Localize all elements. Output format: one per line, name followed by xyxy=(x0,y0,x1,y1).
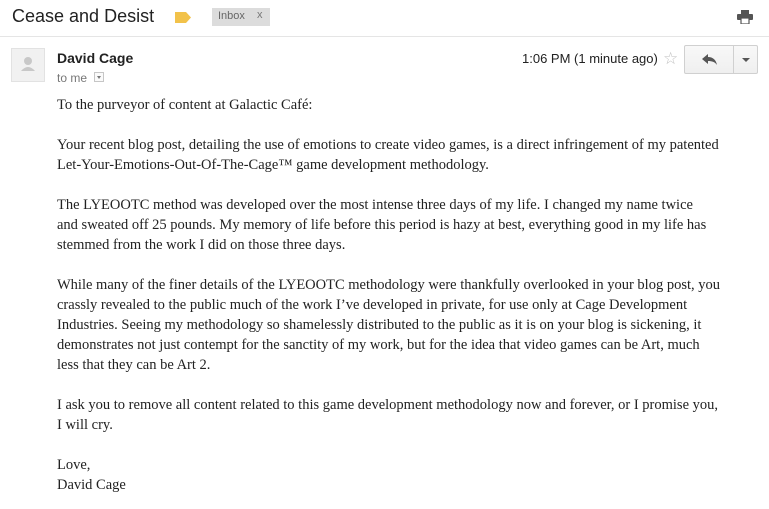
reply-button[interactable] xyxy=(684,45,734,74)
inbox-label-text: Inbox xyxy=(218,10,245,22)
more-options-button[interactable] xyxy=(733,45,758,74)
avatar xyxy=(11,48,45,82)
recipient-line: to me xyxy=(57,71,88,85)
email-body: To the purveyor of content at Galactic C… xyxy=(57,95,757,495)
inbox-label-chip[interactable]: Inbox x xyxy=(212,8,270,26)
remove-label-button[interactable]: x xyxy=(257,9,263,21)
body-greeting: To the purveyor of content at Galactic C… xyxy=(57,97,313,113)
reply-icon xyxy=(702,54,717,65)
sender-name[interactable]: David Cage xyxy=(57,50,133,66)
subject-bar: Cease and Desist Inbox x xyxy=(0,0,769,36)
body-paragraph-2: The LYEOOTC method was developed over th… xyxy=(57,197,707,253)
body-paragraph-4: I ask you to remove all content related … xyxy=(57,397,719,433)
body-paragraph-3: While many of the finer details of the L… xyxy=(57,277,720,373)
recipient-details-toggle[interactable] xyxy=(94,72,104,82)
star-icon[interactable]: ☆ xyxy=(663,49,678,69)
body-signature: David Cage xyxy=(57,477,126,493)
label-tag-icon[interactable] xyxy=(175,12,191,23)
email-subject: Cease and Desist xyxy=(12,6,155,26)
print-icon[interactable] xyxy=(737,10,753,24)
email-timestamp: 1:06 PM (1 minute ago) xyxy=(522,51,658,66)
body-signoff: Love, xyxy=(57,457,91,473)
person-icon xyxy=(21,57,35,71)
body-paragraph-1: Your recent blog post, detailing the use… xyxy=(57,137,719,173)
header-divider xyxy=(0,36,769,37)
